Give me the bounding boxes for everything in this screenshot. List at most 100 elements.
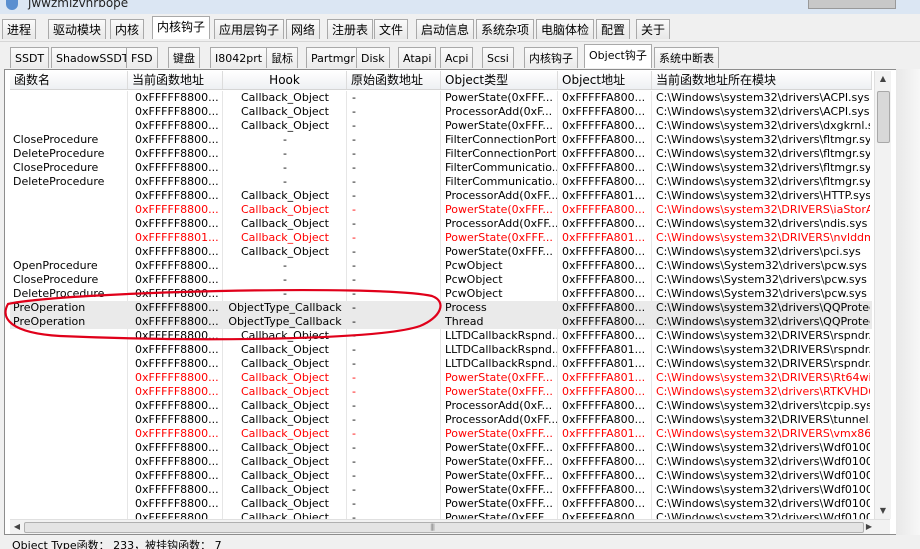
table-row[interactable]: 0xFFFFF8800... Callback_Object - PowerState…: [10, 469, 872, 483]
cell-module-path: C:\Windows\system32\drivers\ACPI.sys: [656, 91, 870, 104]
table-row[interactable]: 0xFFFFF8800... Callback_Object - PowerState…: [10, 371, 872, 385]
table-row[interactable]: 0xFFFFF8800... Callback_Object - LLTDCallba…: [10, 357, 872, 371]
horizontal-scrollbar[interactable]: ◀ ||| ▶: [10, 519, 890, 534]
subtab-fsd[interactable]: FSD: [126, 47, 158, 68]
col-current-address[interactable]: 当前函数地址: [128, 71, 223, 89]
table-row[interactable]: CloseProcedure 0xFFFFF8800... - - FilterComm…: [10, 161, 872, 175]
vertical-scrollbar[interactable]: ▲ ▼: [874, 71, 891, 519]
tab-app-hooks[interactable]: 应用层钩子: [214, 19, 285, 39]
table-row[interactable]: 0xFFFFF8800... Callback_Object - PowerState…: [10, 483, 872, 497]
cell-original-address: -: [352, 455, 356, 468]
scroll-right-icon[interactable]: ▶: [862, 520, 876, 534]
cell-object-address: 0xFFFFFA800...: [562, 133, 646, 146]
cell-module-path: C:\Windows\System32\drivers\pcw.sys: [656, 273, 867, 286]
table-row[interactable]: PreOperation 0xFFFFF8800... ObjectType_Cal…: [10, 301, 872, 315]
cell-module-path: C:\Windows\system32\DRIVERS\rspndr.sys: [656, 343, 870, 356]
table-row[interactable]: 0xFFFFF8800... Callback_Object - PowerState…: [10, 455, 872, 469]
col-object-address[interactable]: Object地址: [558, 71, 652, 89]
subtab-acpi[interactable]: Acpi: [440, 47, 474, 68]
table-row[interactable]: 0xFFFFF8800... Callback_Object - PowerState…: [10, 203, 872, 217]
cell-object-address: 0xFFFFFA800...: [562, 511, 646, 519]
subtab-partmgr[interactable]: Partmgr: [306, 47, 360, 68]
cell-module-path: C:\Windows\system32\DRIVERS\Rt64win7.sys: [656, 371, 870, 384]
subtab-scsi[interactable]: Scsi: [482, 47, 514, 68]
table-row[interactable]: DeleteProcedure 0xFFFFF8800... - - FilterCom…: [10, 175, 872, 189]
subtab-shadowssdt[interactable]: ShadowSSDT: [51, 47, 134, 68]
subtab-keyboard[interactable]: 键盘: [168, 47, 200, 68]
subtab-object-hooks[interactable]: Object钩子: [584, 44, 652, 68]
tab-kernel[interactable]: 内核: [110, 19, 145, 39]
cell-object-type: PowerState(0xFFF...: [445, 497, 553, 510]
table-row[interactable]: 0xFFFFF8800... Callback_Object - PowerState…: [10, 441, 872, 455]
col-hook[interactable]: Hook: [223, 71, 347, 89]
table-row[interactable]: DeleteProcedure 0xFFFFF8800... - - PcwObject…: [10, 287, 872, 301]
table-row[interactable]: 0xFFFFF8800... Callback_Object - PowerState…: [10, 511, 872, 519]
table-row[interactable]: PreOperation 0xFFFFF8800... ObjectType_Cal…: [10, 315, 872, 329]
cell-object-address: 0xFFFFFA800...: [562, 203, 646, 216]
subtab-i8042prt[interactable]: I8042prt: [210, 47, 268, 68]
cell-current-address: 0xFFFFF8800...: [135, 301, 219, 314]
table-row[interactable]: 0xFFFFF8800... Callback_Object - ProcessorA…: [10, 217, 872, 231]
cell-current-address: 0xFFFFF8800...: [135, 469, 219, 482]
cell-module-path: C:\Windows\system32\drivers\HTTP.sys: [656, 189, 870, 202]
cell-object-type: FilterConnectionPort: [445, 147, 557, 160]
tab-process[interactable]: 进程: [2, 19, 37, 39]
cell-current-address: 0xFFFFF8800...: [135, 497, 219, 510]
cell-module-path: C:\Windows\system32\drivers\Wdf01000.sys: [656, 441, 870, 454]
horizontal-scroll-thumb[interactable]: [24, 522, 864, 533]
col-function-name[interactable]: 函数名: [10, 71, 128, 89]
subtab-mouse[interactable]: 鼠标: [266, 47, 298, 68]
col-object-type[interactable]: Object类型: [441, 71, 558, 89]
tab-config[interactable]: 配置: [596, 19, 631, 39]
table-row[interactable]: 0xFFFFF8800... Callback_Object - ProcessorA…: [10, 105, 872, 119]
hook-list[interactable]: 0xFFFFF8800... Callback_Object - PowerState…: [10, 91, 872, 519]
table-row[interactable]: 0xFFFFF8800... Callback_Object - LLTDCallba…: [10, 329, 872, 343]
subtab-disk[interactable]: Disk: [356, 47, 390, 68]
title-bar: jwwzmizvnrbope: [0, 0, 920, 14]
subtab-ssdt[interactable]: SSDT: [10, 47, 50, 68]
tab-system-misc[interactable]: 系统杂项: [476, 19, 535, 39]
cell-hook: Callback_Object: [241, 217, 329, 230]
table-row[interactable]: 0xFFFFF8800... Callback_Object - PowerState…: [10, 497, 872, 511]
cell-function-name: [13, 427, 126, 441]
tab-kernel-hooks[interactable]: 内核钩子: [152, 16, 211, 39]
subtab-kernel-hooks[interactable]: 内核钩子: [524, 47, 578, 68]
cell-original-address: -: [352, 217, 356, 230]
tab-health-check[interactable]: 电脑体检: [536, 19, 595, 39]
tab-driver-modules[interactable]: 驱动模块: [48, 19, 107, 39]
table-row[interactable]: CloseProcedure 0xFFFFF8800... - - FilterConn…: [10, 133, 872, 147]
tab-registry[interactable]: 注册表: [327, 19, 374, 39]
window-controls[interactable]: [808, 0, 896, 9]
cell-module-path: C:\Windows\system32\drivers\Wdf01000.sys: [656, 455, 870, 468]
tab-startup[interactable]: 启动信息: [416, 19, 475, 39]
cell-original-address: -: [352, 385, 356, 398]
table-row[interactable]: 0xFFFFF8800... Callback_Object - PowerState…: [10, 245, 872, 259]
scroll-up-icon[interactable]: ▲: [875, 71, 891, 87]
subtab-interrupt-table[interactable]: 系统中断表: [654, 47, 719, 68]
tab-files[interactable]: 文件: [374, 19, 409, 39]
table-row[interactable]: OpenProcedure 0xFFFFF8800... - - PcwObject 0x…: [10, 259, 872, 273]
table-row[interactable]: 0xFFFFF8800... Callback_Object - PowerState…: [10, 91, 872, 105]
scroll-left-icon[interactable]: ◀: [10, 520, 24, 534]
cell-current-address: 0xFFFFF8800...: [135, 511, 219, 519]
subtab-atapi[interactable]: Atapi: [398, 47, 437, 68]
table-row[interactable]: 0xFFFFF8800... Callback_Object - PowerState…: [10, 119, 872, 133]
table-row[interactable]: 0xFFFFF8800... Callback_Object - LLTDCallba…: [10, 343, 872, 357]
cell-original-address: -: [352, 147, 356, 160]
cell-module-path: C:\Windows\system32\drivers\ACPI.sys: [656, 105, 870, 118]
cell-object-type: PowerState(0xFFF...: [445, 385, 553, 398]
col-module-path[interactable]: 当前函数地址所在模块: [652, 71, 872, 89]
tab-network[interactable]: 网络: [286, 19, 321, 39]
vertical-scroll-thumb[interactable]: [877, 91, 890, 143]
table-row[interactable]: 0xFFFFF8801... Callback_Object - PowerState…: [10, 231, 872, 245]
tab-about[interactable]: 关于: [636, 19, 671, 39]
table-row[interactable]: 0xFFFFF8800... Callback_Object - ProcessorA…: [10, 189, 872, 203]
table-row[interactable]: CloseProcedure 0xFFFFF8800... - - PcwObject 0…: [10, 273, 872, 287]
col-original-address[interactable]: 原始函数地址: [347, 71, 441, 89]
table-row[interactable]: DeleteProcedure 0xFFFFF8800... - - FilterCon…: [10, 147, 872, 161]
table-row[interactable]: 0xFFFFF8800... Callback_Object - PowerState…: [10, 427, 872, 441]
scroll-down-icon[interactable]: ▼: [875, 503, 891, 519]
table-row[interactable]: 0xFFFFF8800... Callback_Object - ProcessorA…: [10, 399, 872, 413]
table-row[interactable]: 0xFFFFF8800... Callback_Object - PowerState…: [10, 385, 872, 399]
table-row[interactable]: 0xFFFFF8800... Callback_Object - ProcessorA…: [10, 413, 872, 427]
